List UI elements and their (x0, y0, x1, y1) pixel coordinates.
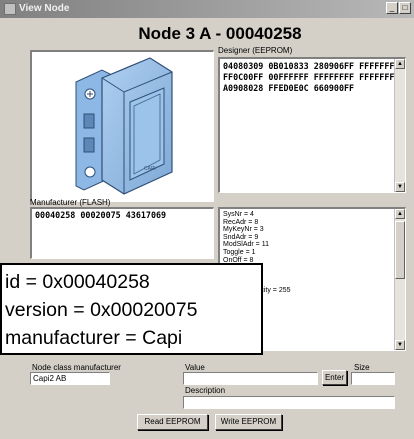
minimize-button[interactable]: _ (386, 2, 398, 14)
callout-manufacturer: manufacturer = Capi (5, 327, 183, 349)
description-field[interactable] (183, 396, 395, 409)
zoom-callout: id = 0x00040258 version = 0x00020075 man… (0, 263, 263, 355)
property-row: MyKeyNr = 3 (223, 226, 264, 234)
maximize-button[interactable]: □ (399, 2, 411, 14)
property-row: SysNr = 4 (223, 211, 254, 218)
callout-id: id = 0x00040258 (5, 271, 150, 293)
title-bar: View Node _ □ (0, 0, 414, 18)
size-label: Size (354, 363, 370, 372)
scroll-up-icon[interactable]: ▲ (395, 209, 405, 219)
read-eeprom-button[interactable]: Read EEPROM (137, 414, 208, 430)
property-row: ModSlAdr = 11 (223, 241, 269, 249)
designer-scrollbar[interactable]: ▲ ▼ (394, 59, 405, 192)
device-image: CAPI (75, 57, 173, 195)
property-row: RecAdr = 8 (223, 218, 259, 226)
manufacturer-textbox[interactable]: 00040258 00020075 43617069 (30, 207, 214, 259)
value-label: Value (185, 363, 205, 372)
value-field[interactable] (183, 372, 318, 385)
property-row: Toggle = 1 (223, 248, 256, 256)
scroll-down-icon[interactable]: ▼ (395, 340, 405, 350)
manufacturer-text: 00040258 00020075 43617069 (35, 210, 167, 220)
enter-button[interactable]: Enter (322, 370, 347, 385)
app-icon[interactable] (4, 3, 16, 15)
callout-version: version = 0x00020075 (5, 299, 198, 321)
scroll-thumb[interactable] (395, 221, 405, 279)
page-title: Node 3 A - 00040258 (138, 24, 302, 43)
designer-label: Designer (EEPROM) (218, 46, 293, 55)
designer-textbox[interactable]: 04080309 0B010833 280906FF FFFFFFFF FF0C… (218, 57, 406, 193)
designer-text: 04080309 0B010833 280906FF FFFFFFFF FF0C… (223, 61, 400, 93)
window-title: View Node (19, 3, 70, 14)
write-eeprom-button[interactable]: Write EEPROM (215, 414, 282, 430)
description-label: Description (185, 386, 226, 395)
scroll-up-icon[interactable]: ▲ (395, 59, 405, 69)
properties-scrollbar[interactable]: ▲ ▼ (394, 209, 405, 350)
node-class-field[interactable]: Capi2 AB (30, 372, 110, 385)
scroll-down-icon[interactable]: ▼ (395, 182, 405, 192)
manufacturer-label: Manufacturer (FLASH) (30, 198, 111, 207)
size-field[interactable] (351, 372, 395, 385)
svg-text:CAPI: CAPI (144, 166, 156, 172)
node-class-label: Node class manufacturer (32, 363, 121, 372)
device-image-panel: CAPI (30, 50, 214, 202)
property-row: SndAdr = 9 (223, 233, 259, 241)
